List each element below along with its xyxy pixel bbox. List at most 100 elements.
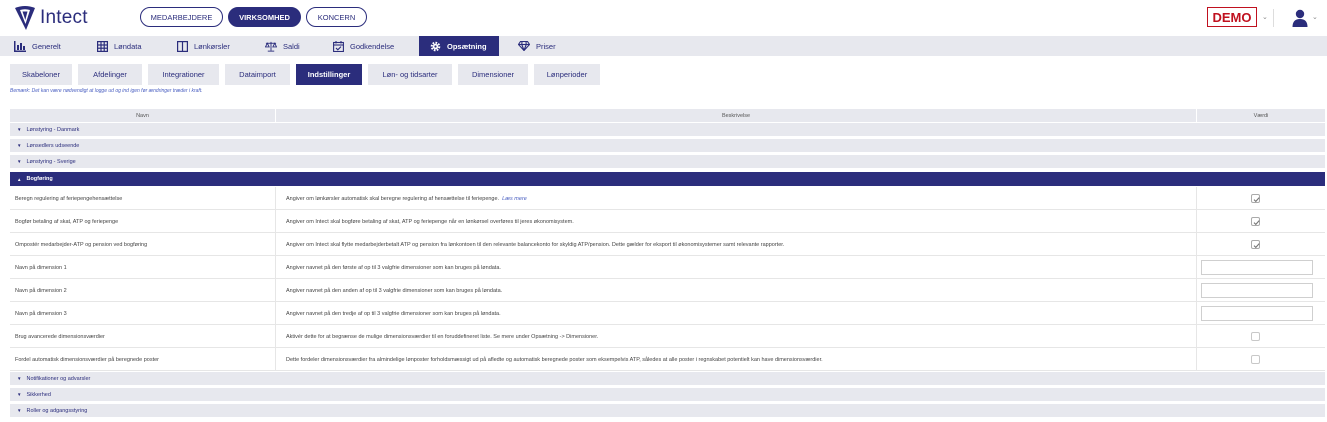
- row-description-text: Angiver om lønkørsler automatisk skal be…: [286, 195, 500, 202]
- checkmark-icon: [1253, 243, 1260, 249]
- nav-item-generelt[interactable]: Generelt: [14, 36, 76, 56]
- cell-divider: [275, 210, 276, 233]
- info-note: Bemærk: Det kan være nødvendigt at logge…: [10, 88, 203, 94]
- gear-icon: [429, 41, 441, 52]
- cell-divider: [1196, 256, 1197, 279]
- scope-employees-button[interactable]: MEDARBEJDERE: [140, 7, 223, 27]
- row-description: Angiver om Intect skal flytte medarbejde…: [286, 241, 785, 248]
- nav-item-loenkoersler[interactable]: Lønkørsler: [176, 36, 246, 56]
- cell-divider: [1196, 325, 1197, 348]
- cell-divider: [275, 325, 276, 348]
- group-label: Lønstyring - Sverige: [26, 158, 76, 165]
- row-name: Navn på dimension 1: [15, 264, 67, 271]
- tab-skabeloner[interactable]: Skabeloner: [10, 64, 72, 85]
- row-name: Ompostér medarbejder-ATP og pension ved …: [15, 241, 148, 248]
- user-avatar-icon[interactable]: [1292, 9, 1308, 27]
- row-description: Angiver om lønkørsler automatisk skal be…: [286, 187, 1191, 210]
- caret-down-icon: ▼: [17, 408, 22, 413]
- diamond-icon: [518, 41, 530, 52]
- table-grid-icon: [96, 40, 108, 52]
- group-header-roller[interactable]: ▼ Roller og adgangsstyring: [10, 403, 1325, 417]
- tab-dataimport[interactable]: Dataimport: [225, 64, 290, 85]
- group-header-loensedlers-udseende[interactable]: ▼ Lønsedlers udseende: [10, 138, 1325, 152]
- column-header-description[interactable]: Beskrivelse: [276, 109, 1196, 122]
- cell-divider: [275, 233, 276, 256]
- row-description: Aktivér dette for at begrænse de mulige …: [286, 333, 599, 340]
- group-label: Notifikationer og advarsler: [26, 375, 91, 382]
- table-row: Fordel automatisk dimensionsværdier på b…: [10, 348, 1325, 371]
- row-description: Angiver navnet på den tredje af op til 3…: [286, 310, 501, 317]
- setting-checkbox[interactable]: [1251, 217, 1260, 226]
- cell-divider: [1196, 210, 1197, 233]
- group-label: Roller og adgangsstyring: [26, 407, 88, 414]
- group-header-loenstyring-sverige[interactable]: ▼ Lønstyring - Sverige: [10, 154, 1325, 168]
- setting-checkbox[interactable]: [1251, 332, 1260, 341]
- nav-item-loendata[interactable]: Løndata: [96, 36, 158, 56]
- table-row: Navn på dimension 3 Angiver navnet på de…: [10, 302, 1325, 325]
- tab-loenperioder[interactable]: Lønperioder: [534, 64, 600, 85]
- dimension-1-input[interactable]: [1201, 260, 1313, 275]
- group-header-sikkerhed[interactable]: ▼ Sikkerhed: [10, 387, 1325, 401]
- cell-divider: [275, 302, 276, 325]
- dimension-3-input[interactable]: [1201, 306, 1313, 321]
- setting-checkbox[interactable]: [1251, 240, 1260, 249]
- column-header-name[interactable]: Navn: [10, 109, 275, 122]
- row-name: Navn på dimension 2: [15, 287, 67, 294]
- setting-checkbox[interactable]: [1251, 194, 1260, 203]
- table-row: Beregn regulering af feriepengehensættel…: [10, 187, 1325, 210]
- logo-mark-icon: [15, 6, 35, 30]
- caret-down-icon: ▼: [17, 159, 22, 164]
- scope-company-button[interactable]: VIRKSOMHED: [228, 7, 301, 27]
- calendar-check-icon: [332, 40, 344, 52]
- group-header-notifikationer[interactable]: ▼ Notifikationer og advarsler: [10, 371, 1325, 385]
- group-header-bogfoering[interactable]: ▲ Bogføring: [10, 171, 1325, 186]
- nav-item-godkendelse[interactable]: Godkendelse: [332, 36, 410, 56]
- cell-divider: [275, 187, 276, 210]
- nav-item-label: Priser: [536, 41, 556, 51]
- demo-badge[interactable]: DEMO: [1207, 7, 1257, 27]
- columns-icon: [176, 40, 188, 52]
- row-name: Brug avancerede dimensionsværdier: [15, 333, 105, 340]
- cell-divider: [1196, 279, 1197, 302]
- row-name: Navn på dimension 3: [15, 310, 67, 317]
- group-label: Bogføring: [26, 176, 53, 182]
- nav-item-priser[interactable]: Priser: [518, 36, 568, 56]
- dimension-2-input[interactable]: [1201, 283, 1313, 298]
- table-header: Navn Beskrivelse Værdi: [10, 109, 1325, 122]
- tab-indstillinger[interactable]: Indstillinger: [296, 64, 362, 85]
- main-nav: Generelt Løndata Lønkørsler Saldi Godken…: [0, 36, 1327, 56]
- table-row: Ompostér medarbejder-ATP og pension ved …: [10, 233, 1325, 256]
- tab-integrationer[interactable]: Integrationer: [148, 64, 219, 85]
- cell-divider: [275, 279, 276, 302]
- cell-divider: [1196, 187, 1197, 210]
- caret-down-icon: ▼: [17, 127, 22, 132]
- nav-item-label: Saldi: [283, 41, 300, 51]
- nav-item-label: Opsætning: [447, 41, 487, 51]
- nav-item-label: Løndata: [114, 41, 142, 51]
- table-row: Navn på dimension 2 Angiver navnet på de…: [10, 279, 1325, 302]
- cell-divider: [275, 256, 276, 279]
- tab-afdelinger[interactable]: Afdelinger: [78, 64, 142, 85]
- group-label: Sikkerhed: [26, 391, 51, 398]
- nav-item-opsaetning[interactable]: Opsætning: [419, 36, 499, 56]
- setting-checkbox[interactable]: [1251, 355, 1260, 364]
- tab-dimensioner[interactable]: Dimensioner: [458, 64, 528, 85]
- scope-group-button[interactable]: KONCERN: [306, 7, 367, 27]
- checkmark-icon: [1253, 197, 1260, 203]
- cell-divider: [1196, 348, 1197, 371]
- logo[interactable]: Intect: [14, 4, 88, 32]
- caret-down-icon: ▼: [17, 143, 22, 148]
- read-more-link[interactable]: Læs mere: [502, 196, 527, 202]
- nav-item-label: Godkendelse: [350, 41, 395, 51]
- row-description: Angiver om Intect skal bogføre betaling …: [286, 218, 574, 225]
- nav-item-saldi[interactable]: Saldi: [265, 36, 315, 56]
- demo-chevron-down-icon[interactable]: ⌄: [1262, 13, 1268, 21]
- cell-divider: [1196, 233, 1197, 256]
- logo-text: Intect: [40, 7, 88, 28]
- nav-item-label: Lønkørsler: [194, 41, 230, 51]
- column-header-value[interactable]: Værdi: [1197, 109, 1325, 122]
- tab-loen-og-tidsarter[interactable]: Løn- og tidsarter: [368, 64, 452, 85]
- user-chevron-down-icon[interactable]: ⌄: [1312, 13, 1318, 21]
- group-header-loenstyring-danmark[interactable]: ▼ Lønstyring - Danmark: [10, 122, 1325, 136]
- row-name: Beregn regulering af feriepengehensættel…: [15, 195, 123, 202]
